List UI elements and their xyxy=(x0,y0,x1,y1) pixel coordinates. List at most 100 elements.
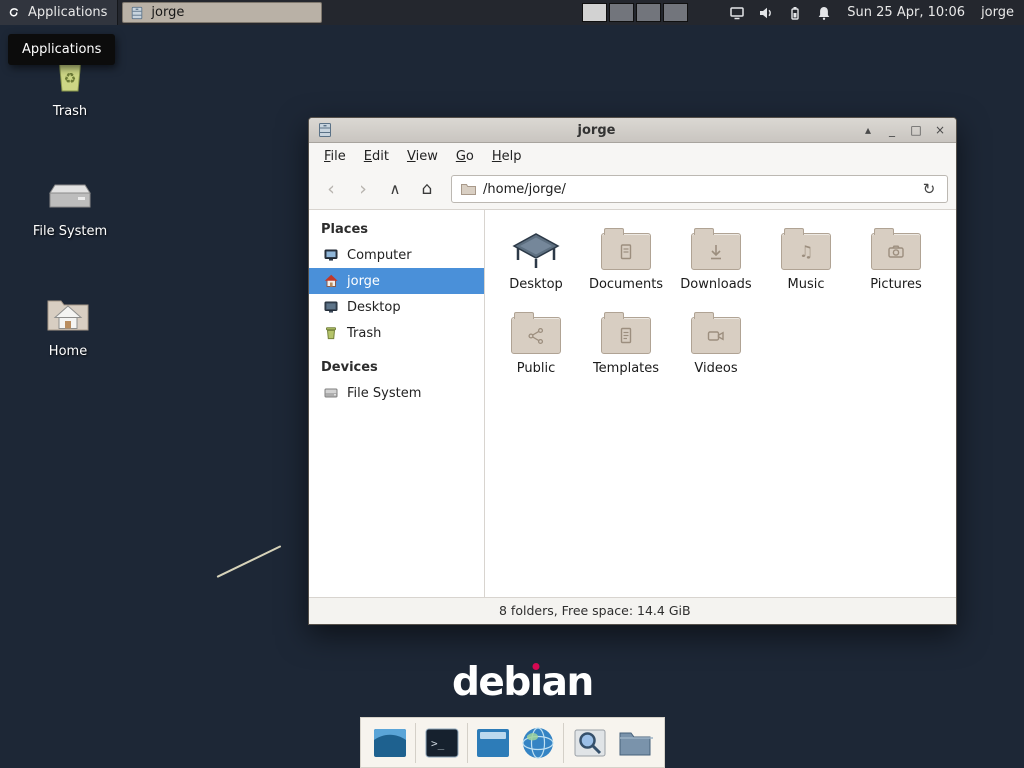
shade-button[interactable]: ▴ xyxy=(860,123,876,137)
menu-file[interactable]: File xyxy=(315,145,355,168)
folder-item-documents[interactable]: Documents xyxy=(581,224,671,292)
debian-swirl-icon xyxy=(6,5,22,21)
debian-logo-i: ı xyxy=(530,660,542,705)
close-button[interactable]: × xyxy=(932,123,948,137)
folder-icon xyxy=(871,233,921,270)
dock-separator xyxy=(415,723,416,763)
folder-item-pictures[interactable]: Pictures xyxy=(851,224,941,292)
folder-item-music[interactable]: ♫ Music xyxy=(761,224,851,292)
up-button[interactable]: ∧ xyxy=(381,175,409,203)
desktop-icon-label: Home xyxy=(13,344,123,359)
applications-menu-label: Applications xyxy=(28,5,107,20)
dock-item-app-finder[interactable] xyxy=(570,723,610,763)
top-panel: Applications jorge Sun 25 Apr, 10:06 jor… xyxy=(0,0,1024,25)
desktop-icon-file-system[interactable]: File System xyxy=(15,170,125,239)
reload-button[interactable]: ↻ xyxy=(919,180,939,198)
dock-item-terminal[interactable]: >_ xyxy=(422,723,462,763)
menu-help[interactable]: Help xyxy=(483,145,531,168)
forward-button[interactable]: › xyxy=(349,175,377,203)
music-note-emblem-icon: ♫ xyxy=(799,244,813,260)
sidebar-item-file-system[interactable]: File System xyxy=(309,380,484,406)
stray-line xyxy=(217,545,282,578)
download-emblem-icon xyxy=(706,242,726,262)
folder-item-desktop[interactable]: Desktop xyxy=(491,224,581,292)
sidebar-item-label: Trash xyxy=(347,326,381,341)
home-button[interactable]: ⌂ xyxy=(413,175,441,203)
dock-item-file-manager[interactable] xyxy=(615,723,655,763)
dock: >_ xyxy=(360,717,665,768)
globe-icon xyxy=(520,725,556,761)
toolbar: ‹ › ∧ ⌂ /home/jorge/ ↻ xyxy=(309,169,956,210)
places-header: Places xyxy=(309,216,484,242)
folder-label: Videos xyxy=(671,361,761,376)
window-title: jorge xyxy=(333,123,860,138)
dock-separator xyxy=(563,723,564,763)
minimize-button[interactable]: _ xyxy=(884,123,900,137)
folder-icon xyxy=(601,233,651,270)
panel-username[interactable]: jorge xyxy=(981,5,1014,20)
computer-icon xyxy=(323,247,339,263)
dock-item-panel-settings[interactable] xyxy=(473,723,513,763)
folder-item-templates[interactable]: Templates xyxy=(581,308,671,376)
workspace-4[interactable] xyxy=(663,3,688,22)
folder-icon xyxy=(511,317,561,354)
volume-icon[interactable] xyxy=(757,4,775,22)
applications-menu-button[interactable]: Applications xyxy=(0,0,118,25)
panel-clock[interactable]: Sun 25 Apr, 10:06 xyxy=(847,5,965,20)
workspace-1[interactable] xyxy=(582,3,607,22)
sidebar-item-jorge[interactable]: jorge xyxy=(309,268,484,294)
devices-header: Devices xyxy=(309,354,484,380)
maximize-button[interactable]: □ xyxy=(908,123,924,137)
share-emblem-icon xyxy=(526,326,546,346)
sidebar-item-trash[interactable]: Trash xyxy=(309,320,484,346)
sidebar: Places Computer jorge xyxy=(309,210,485,597)
folder-icon xyxy=(460,182,476,196)
desktop-switcher-icon xyxy=(372,725,408,761)
dock-item-desktop-switcher[interactable] xyxy=(370,723,410,763)
window-titlebar[interactable]: jorge ▴ _ □ × xyxy=(309,118,956,143)
folder-label: Desktop xyxy=(491,277,581,292)
workspace-2[interactable] xyxy=(609,3,634,22)
battery-icon[interactable] xyxy=(786,4,804,22)
desk-icon xyxy=(509,226,563,270)
folder-icon xyxy=(691,233,741,270)
dock-separator xyxy=(467,723,468,763)
folder-label: Public xyxy=(491,361,581,376)
sidebar-item-label: Computer xyxy=(347,248,412,263)
file-cabinet-icon xyxy=(130,6,144,20)
file-manager-window: jorge ▴ _ □ × File Edit View Go Help ‹ ›… xyxy=(308,117,957,625)
template-emblem-icon xyxy=(616,326,636,346)
back-button[interactable]: ‹ xyxy=(317,175,345,203)
desktop-icon-label: File System xyxy=(15,224,125,239)
folder-item-videos[interactable]: Videos xyxy=(671,308,761,376)
menu-view[interactable]: View xyxy=(398,145,447,168)
camera-emblem-icon xyxy=(886,242,906,262)
menubar: File Edit View Go Help xyxy=(309,143,956,169)
debian-red-dot xyxy=(532,663,539,670)
desktop-icon-home[interactable]: Home xyxy=(13,290,123,359)
system-tray xyxy=(728,4,833,22)
desktop-icon xyxy=(323,299,339,315)
sidebar-item-computer[interactable]: Computer xyxy=(309,242,484,268)
drive-icon xyxy=(46,170,94,218)
dock-item-web-browser[interactable] xyxy=(518,723,558,763)
sidebar-item-label: File System xyxy=(347,386,421,401)
folder-icon xyxy=(617,725,653,761)
menu-edit[interactable]: Edit xyxy=(355,145,398,168)
debian-logo-text: deb xyxy=(452,660,530,705)
terminal-icon: >_ xyxy=(424,725,460,761)
drive-icon xyxy=(323,385,339,401)
location-bar[interactable]: /home/jorge/ ↻ xyxy=(451,175,948,203)
panel-settings-icon xyxy=(475,725,511,761)
video-camera-emblem-icon xyxy=(706,326,726,346)
sidebar-item-label: jorge xyxy=(347,274,380,289)
workspace-3[interactable] xyxy=(636,3,661,22)
notifications-icon[interactable] xyxy=(815,4,833,22)
display-icon[interactable] xyxy=(728,4,746,22)
window-icon xyxy=(317,122,333,138)
taskbar-button-jorge[interactable]: jorge xyxy=(122,2,322,23)
folder-item-public[interactable]: Public xyxy=(491,308,581,376)
menu-go[interactable]: Go xyxy=(447,145,483,168)
folder-item-downloads[interactable]: Downloads xyxy=(671,224,761,292)
sidebar-item-desktop[interactable]: Desktop xyxy=(309,294,484,320)
